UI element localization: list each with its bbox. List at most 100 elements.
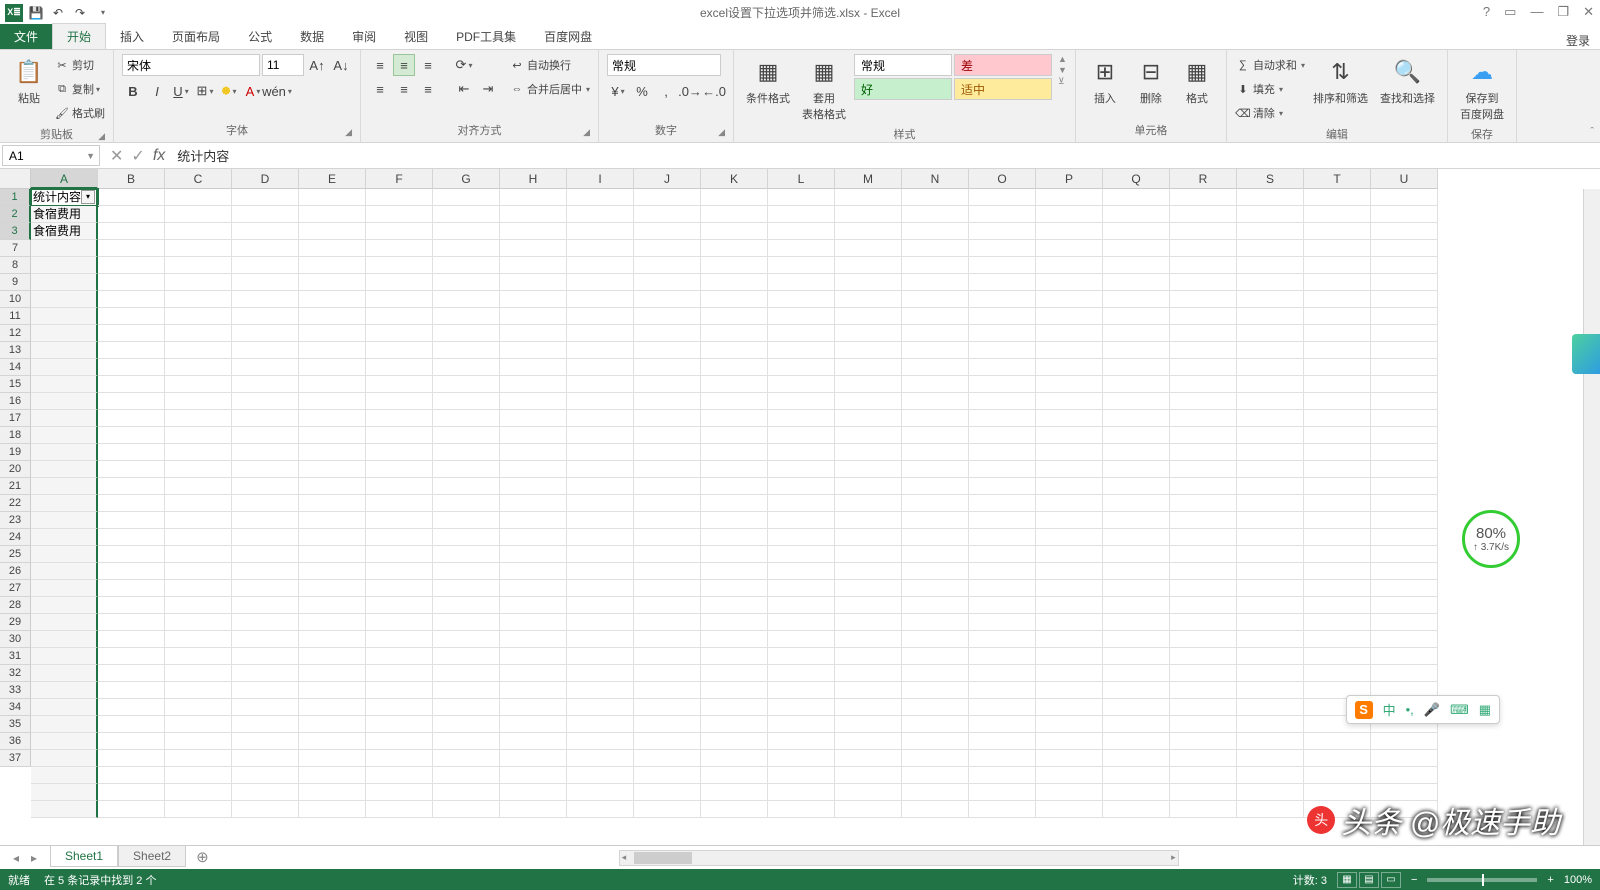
cell-Q21[interactable]: [1103, 478, 1170, 495]
ime-punct-icon[interactable]: •,: [1406, 702, 1414, 717]
cell-N23[interactable]: [902, 512, 969, 529]
cell-E27[interactable]: [299, 580, 366, 597]
row-header-11[interactable]: 11: [0, 308, 31, 325]
cell-M28[interactable]: [835, 597, 902, 614]
increase-font-icon[interactable]: A↑: [306, 54, 328, 76]
cell-C32[interactable]: [165, 665, 232, 682]
cell-I15[interactable]: [567, 376, 634, 393]
cell-R13[interactable]: [1170, 342, 1237, 359]
cell-A21[interactable]: [31, 478, 98, 495]
cell-J37[interactable]: [634, 750, 701, 767]
cell-Q27[interactable]: [1103, 580, 1170, 597]
cell-L22[interactable]: [768, 495, 835, 512]
cell-E16[interactable]: [299, 393, 366, 410]
cell-C38[interactable]: [165, 767, 232, 784]
cell-R24[interactable]: [1170, 529, 1237, 546]
cell-Q3[interactable]: [1103, 223, 1170, 240]
row-header-24[interactable]: 24: [0, 529, 31, 546]
cell-Q10[interactable]: [1103, 291, 1170, 308]
cell-J2[interactable]: [634, 206, 701, 223]
cell-A27[interactable]: [31, 580, 98, 597]
cell-O23[interactable]: [969, 512, 1036, 529]
col-header-E[interactable]: E: [299, 169, 366, 189]
cell-M20[interactable]: [835, 461, 902, 478]
col-header-N[interactable]: N: [902, 169, 969, 189]
tab-file[interactable]: 文件: [0, 24, 52, 49]
cell-P22[interactable]: [1036, 495, 1103, 512]
cell-P14[interactable]: [1036, 359, 1103, 376]
tab-pdf-tools[interactable]: PDF工具集: [442, 24, 530, 49]
cell-A26[interactable]: [31, 563, 98, 580]
autosum-button[interactable]: ∑自动求和: [1235, 54, 1305, 76]
style-bad[interactable]: 差: [954, 54, 1052, 76]
cell-G28[interactable]: [433, 597, 500, 614]
cell-F38[interactable]: [366, 767, 433, 784]
row-header-37[interactable]: 37: [0, 750, 31, 767]
cell-G11[interactable]: [433, 308, 500, 325]
cell-J16[interactable]: [634, 393, 701, 410]
cell-R26[interactable]: [1170, 563, 1237, 580]
col-header-T[interactable]: T: [1304, 169, 1371, 189]
cell-H16[interactable]: [500, 393, 567, 410]
cell-L29[interactable]: [768, 614, 835, 631]
cell-J30[interactable]: [634, 631, 701, 648]
cell-M38[interactable]: [835, 767, 902, 784]
cell-M24[interactable]: [835, 529, 902, 546]
col-header-P[interactable]: P: [1036, 169, 1103, 189]
cell-R36[interactable]: [1170, 733, 1237, 750]
cell-Q26[interactable]: [1103, 563, 1170, 580]
cell-B32[interactable]: [98, 665, 165, 682]
cell-U11[interactable]: [1371, 308, 1438, 325]
col-header-U[interactable]: U: [1371, 169, 1438, 189]
cell-G24[interactable]: [433, 529, 500, 546]
cell-O15[interactable]: [969, 376, 1036, 393]
cell-D12[interactable]: [232, 325, 299, 342]
cell-U25[interactable]: [1371, 546, 1438, 563]
cell-S11[interactable]: [1237, 308, 1304, 325]
cell-A14[interactable]: [31, 359, 98, 376]
row-header-35[interactable]: 35: [0, 716, 31, 733]
cell-P11[interactable]: [1036, 308, 1103, 325]
cell-I1[interactable]: [567, 189, 634, 206]
cell-L2[interactable]: [768, 206, 835, 223]
cell-J14[interactable]: [634, 359, 701, 376]
cell-C26[interactable]: [165, 563, 232, 580]
cell-D40[interactable]: [232, 801, 299, 818]
cell-L8[interactable]: [768, 257, 835, 274]
cell-I21[interactable]: [567, 478, 634, 495]
cell-L12[interactable]: [768, 325, 835, 342]
cell-I34[interactable]: [567, 699, 634, 716]
font-name-select[interactable]: [122, 54, 260, 76]
cell-H35[interactable]: [500, 716, 567, 733]
cell-U39[interactable]: [1371, 784, 1438, 801]
cell-U38[interactable]: [1371, 767, 1438, 784]
cell-L32[interactable]: [768, 665, 835, 682]
cell-G26[interactable]: [433, 563, 500, 580]
col-header-M[interactable]: M: [835, 169, 902, 189]
cell-O32[interactable]: [969, 665, 1036, 682]
col-header-S[interactable]: S: [1237, 169, 1304, 189]
cell-H27[interactable]: [500, 580, 567, 597]
cell-E25[interactable]: [299, 546, 366, 563]
cell-C9[interactable]: [165, 274, 232, 291]
cell-O22[interactable]: [969, 495, 1036, 512]
cell-E18[interactable]: [299, 427, 366, 444]
cell-S37[interactable]: [1237, 750, 1304, 767]
cell-Q18[interactable]: [1103, 427, 1170, 444]
cell-L30[interactable]: [768, 631, 835, 648]
cell-K22[interactable]: [701, 495, 768, 512]
cell-R17[interactable]: [1170, 410, 1237, 427]
cell-P26[interactable]: [1036, 563, 1103, 580]
col-header-L[interactable]: L: [768, 169, 835, 189]
cell-U10[interactable]: [1371, 291, 1438, 308]
cell-P1[interactable]: [1036, 189, 1103, 206]
cell-P38[interactable]: [1036, 767, 1103, 784]
cell-F35[interactable]: [366, 716, 433, 733]
cell-E30[interactable]: [299, 631, 366, 648]
cell-G20[interactable]: [433, 461, 500, 478]
cell-J39[interactable]: [634, 784, 701, 801]
cell-N40[interactable]: [902, 801, 969, 818]
cell-E40[interactable]: [299, 801, 366, 818]
cell-C27[interactable]: [165, 580, 232, 597]
cell-S2[interactable]: [1237, 206, 1304, 223]
